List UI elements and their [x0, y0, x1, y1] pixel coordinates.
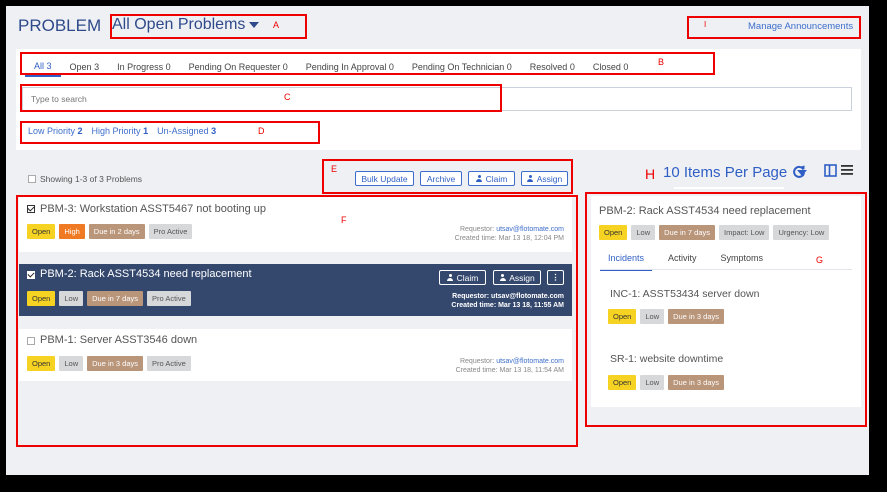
annotation-box-e [322, 159, 573, 194]
page-title: PROBLEM [18, 16, 102, 35]
list-view-icon[interactable] [841, 164, 853, 177]
annotation-label-i: I [704, 20, 707, 29]
items-per-page-dropdown[interactable]: 10 Items Per Page [663, 164, 808, 181]
per-page-underline [674, 187, 784, 189]
annotation-label-c: C [284, 92, 291, 102]
app-window: PROBLEM All Open Problems A Manage Annou… [6, 6, 869, 475]
annotation-box-d [20, 121, 320, 144]
annotation-box-b [20, 52, 715, 75]
split-view-icon[interactable] [824, 164, 837, 177]
annotation-label-a: A [273, 20, 280, 30]
refresh-icon[interactable] [792, 165, 806, 179]
annotation-label-f: F [341, 215, 347, 225]
annotation-box-c [20, 84, 502, 112]
select-all-checkbox[interactable] [28, 175, 36, 183]
annotation-label-h: H [645, 166, 656, 182]
annotation-label-g: G [816, 255, 824, 265]
annotation-box-f [16, 195, 578, 447]
annotation-label-d: D [258, 126, 265, 136]
annotation-box-i [687, 16, 861, 39]
showing-count: Showing 1-3 of 3 Problems [40, 174, 143, 184]
annotation-label-e: E [331, 164, 338, 174]
annotation-box-g [585, 192, 867, 427]
items-per-page-label: 10 Items Per Page [663, 164, 788, 181]
annotation-label-b: B [658, 57, 665, 67]
